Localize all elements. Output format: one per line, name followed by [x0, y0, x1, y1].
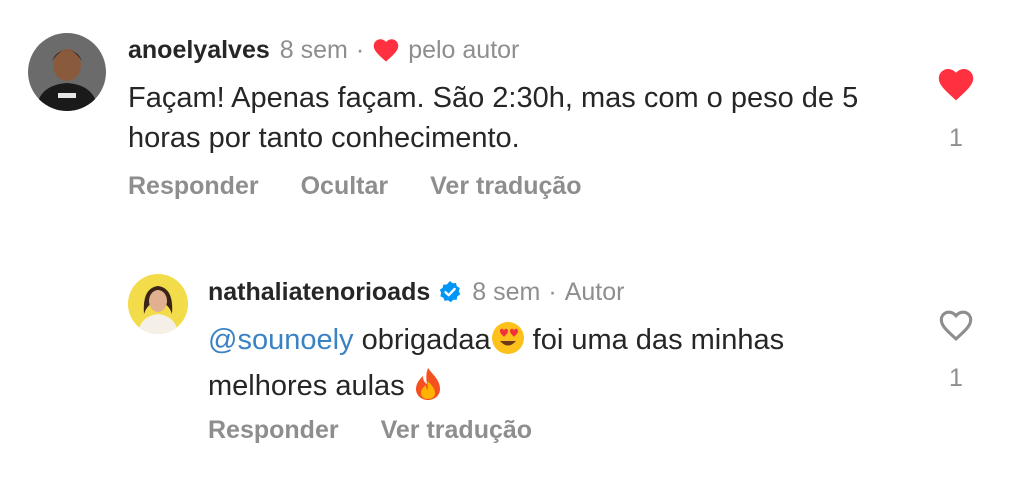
translate-button[interactable]: Ver tradução	[381, 416, 532, 445]
heart-eyes-emoji-icon	[491, 321, 525, 366]
reply-button[interactable]: Responder	[208, 416, 339, 445]
avatar[interactable]	[128, 274, 188, 334]
heart-filled-icon[interactable]	[936, 66, 976, 102]
like-count: 1	[949, 364, 963, 392]
liked-by-author-label: pelo autor	[408, 35, 520, 64]
verified-badge-icon	[438, 280, 462, 304]
like-control: 1	[936, 308, 976, 393]
mention-link[interactable]: @sounoely	[208, 324, 354, 356]
comment-text: @sounoely obrigadaa foi uma das minhas m…	[208, 320, 848, 412]
translate-button[interactable]: Ver tradução	[430, 172, 581, 201]
heart-outline-icon[interactable]	[937, 308, 975, 342]
author-label: Autor	[564, 277, 625, 306]
avatar[interactable]	[28, 33, 106, 111]
separator: ·	[548, 277, 557, 306]
comment-anoelyalves: anoelyalves 8 sem · pelo autor Façam! Ap…	[0, 0, 1024, 240]
username[interactable]: nathaliatenorioads	[208, 278, 430, 307]
fire-emoji-icon	[413, 367, 443, 412]
comment-nathaliatenorioads: nathaliatenorioads 8 sem · Autor @sounoe…	[0, 240, 1024, 484]
comment-text: Façam! Apenas façam. São 2:30h, mas com …	[128, 82, 859, 154]
separator: ·	[355, 35, 365, 64]
heart-icon	[372, 37, 400, 63]
comment-actions: Responder Ver tradução	[208, 416, 574, 445]
reply-button[interactable]: Responder	[128, 172, 259, 201]
username[interactable]: anoelyalves	[128, 36, 270, 65]
hide-button[interactable]: Ocultar	[301, 172, 389, 201]
comment-actions: Responder Ocultar Ver tradução	[128, 172, 624, 201]
timestamp: 8 sem	[279, 35, 348, 64]
like-count: 1	[949, 124, 963, 152]
comment-header: anoelyalves 8 sem · pelo autor	[128, 32, 519, 68]
comment-header: nathaliatenorioads 8 sem · Autor	[208, 274, 624, 310]
like-control: 1	[936, 66, 976, 153]
comment-text-part-1: obrigadaa	[353, 324, 491, 356]
timestamp: 8 sem	[472, 277, 541, 306]
